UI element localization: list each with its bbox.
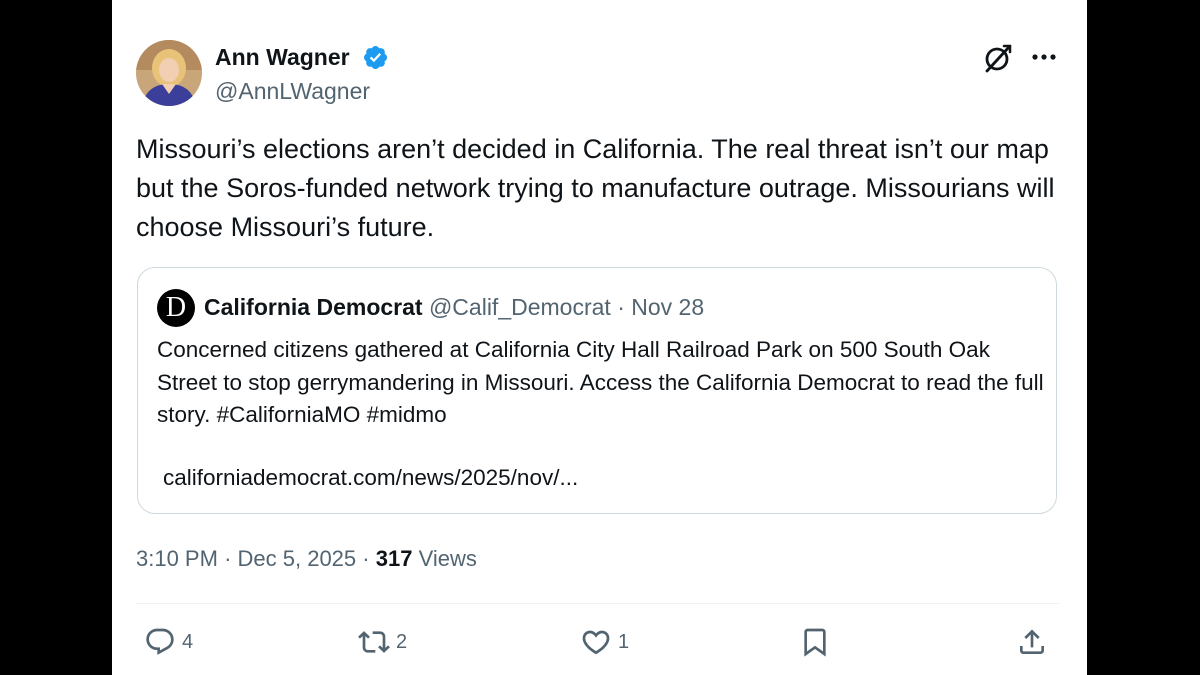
tweet-time[interactable]: 3:10 PM (136, 546, 218, 571)
like-button[interactable]: 1 (580, 624, 629, 660)
quoted-tweet-link[interactable]: californiademocrat.com/news/2025/nov/... (163, 465, 578, 491)
verified-badge-icon[interactable] (362, 44, 389, 71)
separator: · (362, 546, 370, 571)
heart-icon (582, 630, 610, 655)
author-handle[interactable]: @AnnLWagner (215, 78, 370, 105)
reply-button[interactable]: 4 (144, 624, 193, 660)
repost-icon (358, 631, 390, 653)
views-count: 317 (375, 546, 413, 571)
reply-icon (146, 628, 174, 655)
grok-icon[interactable] (982, 42, 1014, 74)
quoted-author-handle[interactable]: @Calif_Democrat (429, 294, 611, 320)
separator: · (224, 546, 232, 571)
quoted-tweet-date[interactable]: Nov 28 (631, 294, 704, 320)
bookmark-icon (804, 628, 826, 657)
reply-count: 4 (182, 630, 194, 653)
views-label: Views (418, 546, 477, 571)
quoted-author-name[interactable]: California Democrat (204, 294, 423, 320)
quoted-tweet-text: Concerned citizens gathered at Californi… (157, 337, 1044, 427)
tweet-metadata: 3:10 PM · Dec 5, 2025 · 317 Views (136, 546, 477, 572)
quoted-tweet[interactable]: D California Democrat @Calif_Democrat · … (137, 267, 1057, 514)
avatar[interactable] (136, 40, 202, 106)
author-display-name[interactable]: Ann Wagner (215, 44, 350, 71)
quoted-tweet-header: California Democrat @Calif_Democrat · No… (204, 294, 704, 321)
tweet-card: Ann Wagner @AnnLWagner Missouri’s electi… (112, 0, 1087, 675)
share-icon (1020, 629, 1044, 654)
repost-count: 2 (396, 630, 408, 653)
quoted-author-logo[interactable]: D (157, 289, 195, 327)
divider (136, 603, 1060, 604)
like-count: 1 (618, 630, 630, 653)
more-options-icon[interactable] (1029, 42, 1059, 72)
tweet-text: Missouri’s elections aren’t decided in C… (136, 134, 1055, 242)
share-button[interactable] (1016, 624, 1048, 660)
separator: · (617, 294, 625, 320)
bookmark-button[interactable] (799, 624, 831, 660)
repost-button[interactable]: 2 (358, 624, 407, 660)
tweet-date[interactable]: Dec 5, 2025 (238, 546, 357, 571)
